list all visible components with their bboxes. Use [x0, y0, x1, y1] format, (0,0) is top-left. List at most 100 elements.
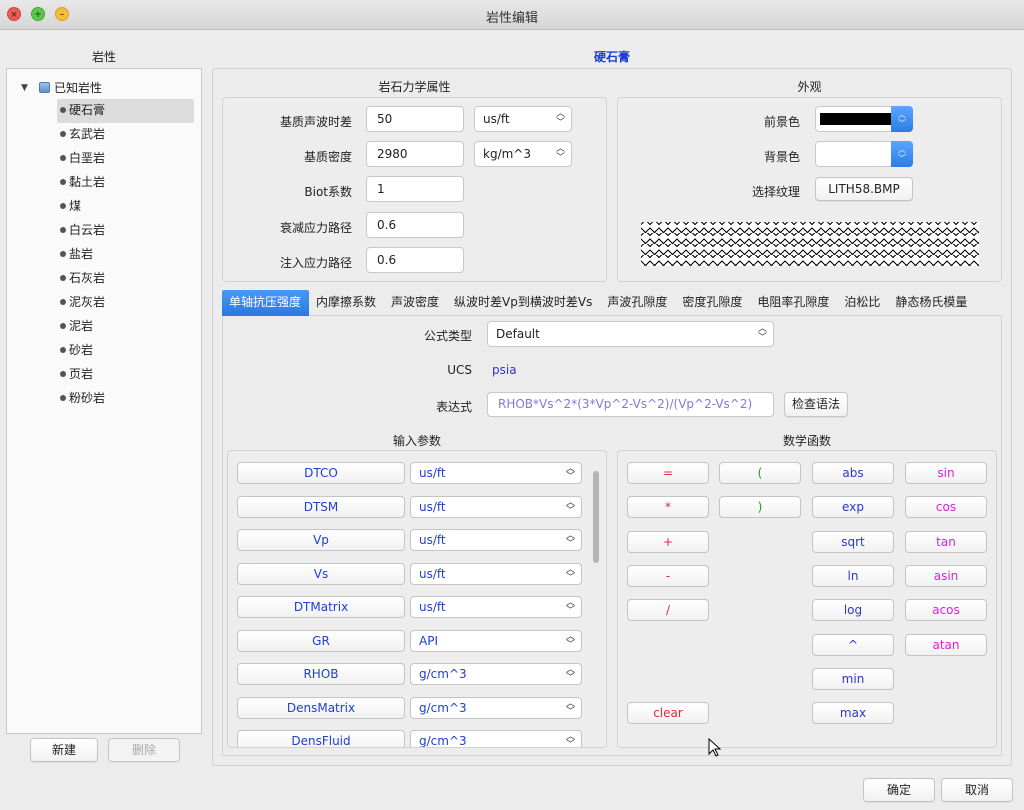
- tree-item-lithology[interactable]: 泥灰岩: [57, 291, 194, 315]
- param-insert-button[interactable]: DTCO: [237, 462, 405, 484]
- function-button[interactable]: max: [812, 702, 894, 725]
- tree-item-lithology[interactable]: 泥岩: [57, 315, 194, 339]
- lithology-tree[interactable]: ▼ 已知岩性 硬石膏 玄武岩 白垩岩 黏土岩煤白云岩 盐岩 石灰岩 泥灰岩 泥岩 砂岩 页岩 粉砂岩: [6, 68, 202, 734]
- param-insert-button[interactable]: GR: [237, 629, 405, 652]
- trig-function-button[interactable]: sin: [905, 462, 987, 484]
- param-unit-select[interactable]: us/ft ︿ ﹀: [410, 495, 582, 518]
- param-unit-select[interactable]: us/ft ︿ ﹀: [410, 596, 582, 618]
- trig-function-button[interactable]: asin: [905, 564, 987, 587]
- param-unit-select[interactable]: g/cm^3 ︿ ﹀: [410, 730, 582, 748]
- param-unit-select[interactable]: us/ft ︿ ﹀: [410, 462, 582, 484]
- new-lithology-button[interactable]: 新建: [30, 738, 98, 762]
- formula-type-value: Default: [496, 327, 540, 341]
- param-insert-button[interactable]: DTSM: [237, 495, 405, 518]
- function-button[interactable]: ln: [812, 564, 894, 587]
- tree-item-lithology[interactable]: 煤: [57, 195, 194, 219]
- collapse-arrow-icon[interactable]: ▼: [21, 83, 35, 93]
- operator-button[interactable]: +: [627, 530, 709, 553]
- param-unit-select[interactable]: g/cm^3 ︿ ﹀: [410, 663, 582, 685]
- param-unit-select[interactable]: us/ft ︿ ﹀: [410, 562, 582, 585]
- tree-item-lithology[interactable]: 页岩: [57, 363, 194, 387]
- trig-function-button[interactable]: atan: [905, 633, 987, 656]
- param-insert-button[interactable]: DTMatrix: [237, 596, 405, 618]
- param-unit-select[interactable]: us/ft ︿ ﹀: [410, 529, 582, 551]
- matrix-density-input[interactable]: 2980: [366, 141, 464, 167]
- tab-3[interactable]: 纵波时差Vp到横波时差Vs: [447, 290, 600, 316]
- tab-7[interactable]: 泊松比: [837, 290, 888, 316]
- trig-function-button[interactable]: acos: [905, 599, 987, 622]
- tab-8[interactable]: 静态杨氏模量: [888, 290, 975, 316]
- param-insert-button[interactable]: DensMatrix: [237, 696, 405, 719]
- up-down-chevron-icon[interactable]: ︿ ﹀: [891, 106, 913, 132]
- up-down-chevron-icon: ︿ ﹀: [555, 109, 565, 128]
- param-insert-button[interactable]: Vp: [237, 529, 405, 551]
- tree-item-lithology[interactable]: 硬石膏: [57, 99, 194, 123]
- injection-stress-path-input[interactable]: 0.6: [366, 247, 464, 273]
- tab-2[interactable]: 声波密度: [384, 290, 447, 316]
- tab-0[interactable]: 单轴抗压强度: [222, 290, 310, 316]
- trig-function-button[interactable]: tan: [905, 530, 987, 553]
- up-down-chevron-icon: ︿ ﹀: [565, 698, 575, 717]
- function-button[interactable]: sqrt: [812, 530, 894, 553]
- param-unit-select[interactable]: g/cm^3 ︿ ﹀: [410, 696, 582, 719]
- tab-5[interactable]: 密度孔隙度: [675, 290, 750, 316]
- decay-stress-path-input[interactable]: 0.6: [366, 212, 464, 238]
- operator-button[interactable]: =: [627, 462, 709, 484]
- tree-item-lithology[interactable]: 白垩岩: [57, 147, 194, 171]
- input-params-scrollbar[interactable]: [593, 471, 599, 563]
- matrix-density-unit-select[interactable]: kg/m^3 ︿ ﹀: [474, 141, 572, 167]
- delete-lithology-button[interactable]: 删除: [108, 738, 180, 762]
- tree-item-lithology[interactable]: 砂岩: [57, 339, 194, 363]
- param-insert-button[interactable]: RHOB: [237, 663, 405, 685]
- math-functions-title: 数学函数: [782, 434, 831, 448]
- mechanics-group-title: 岩石力学属性: [378, 80, 451, 94]
- input-params-title: 输入参数: [392, 434, 441, 448]
- biot-input[interactable]: 1: [366, 176, 464, 202]
- select-texture-button[interactable]: LITH58.BMP: [815, 177, 913, 201]
- operator-button[interactable]: *: [627, 496, 709, 519]
- cancel-button[interactable]: 取消: [941, 778, 1013, 802]
- operator-button[interactable]: /: [627, 599, 709, 622]
- up-down-chevron-icon: ︿ ﹀: [565, 732, 575, 748]
- tree-item-lithology[interactable]: 石灰岩: [57, 267, 194, 291]
- paren-button[interactable]: (: [719, 462, 801, 484]
- up-down-chevron-icon: ︿ ﹀: [565, 665, 575, 683]
- formula-type-label: 公式类型: [423, 329, 472, 343]
- operator-button[interactable]: -: [627, 564, 709, 587]
- tree-item-lithology[interactable]: 粉砂岩: [57, 387, 194, 411]
- tab-1[interactable]: 内摩擦系数: [309, 290, 384, 316]
- tab-4[interactable]: 声波孔隙度: [600, 290, 675, 316]
- tree-item-lithology[interactable]: 黏土岩: [57, 171, 194, 195]
- trig-function-button[interactable]: cos: [905, 496, 987, 519]
- matrix-sonic-unit-select[interactable]: us/ft ︿ ﹀: [474, 106, 572, 132]
- ok-button[interactable]: 确定: [863, 778, 935, 802]
- param-insert-button[interactable]: Vs: [237, 562, 405, 585]
- clear-expression-button[interactable]: clear: [627, 702, 709, 725]
- appearance-group-title: 外观: [797, 80, 822, 94]
- tree-item-lithology[interactable]: 玄武岩: [57, 123, 194, 147]
- input-params-group: DTCO us/ft ︿ ﹀ DTSM us/ft ︿ ﹀ Vp us/ft ︿ ﹀ Vs us/ft ︿ ﹀…: [227, 450, 607, 748]
- param-unit-select[interactable]: API ︿ ﹀: [410, 629, 582, 652]
- param-unit-value: g/cm^3: [419, 734, 467, 748]
- foreground-color-picker[interactable]: ︿ ﹀: [815, 106, 913, 132]
- up-down-chevron-icon[interactable]: ︿ ﹀: [891, 141, 913, 167]
- function-button[interactable]: log: [812, 599, 894, 622]
- expression-input[interactable]: RHOB*Vs^2*(3*Vp^2-Vs^2)/(Vp^2-Vs^2): [487, 392, 774, 417]
- tree-item-lithology[interactable]: 盐岩: [57, 243, 194, 267]
- paren-button[interactable]: ): [719, 496, 801, 519]
- tree-item-lithology[interactable]: 白云岩: [57, 219, 194, 243]
- background-color-picker[interactable]: ︿ ﹀: [815, 141, 913, 167]
- function-button[interactable]: min: [812, 667, 894, 690]
- formula-type-select[interactable]: Default ︿ ﹀: [487, 321, 774, 347]
- tree-root-known-lithology[interactable]: ▼ 已知岩性: [21, 79, 102, 96]
- matrix-sonic-input[interactable]: 50: [366, 106, 464, 132]
- function-button[interactable]: abs: [812, 462, 894, 484]
- check-syntax-button[interactable]: 检查语法: [784, 392, 848, 417]
- function-button[interactable]: ^: [812, 633, 894, 656]
- param-insert-button[interactable]: DensFluid: [237, 730, 405, 747]
- up-down-chevron-icon: ︿ ﹀: [565, 598, 575, 616]
- function-button[interactable]: exp: [812, 496, 894, 519]
- param-unit-value: us/ft: [419, 600, 446, 614]
- tab-6[interactable]: 电阻率孔隙度: [750, 290, 837, 316]
- matrix-density-unit-value: kg/m^3: [483, 147, 531, 161]
